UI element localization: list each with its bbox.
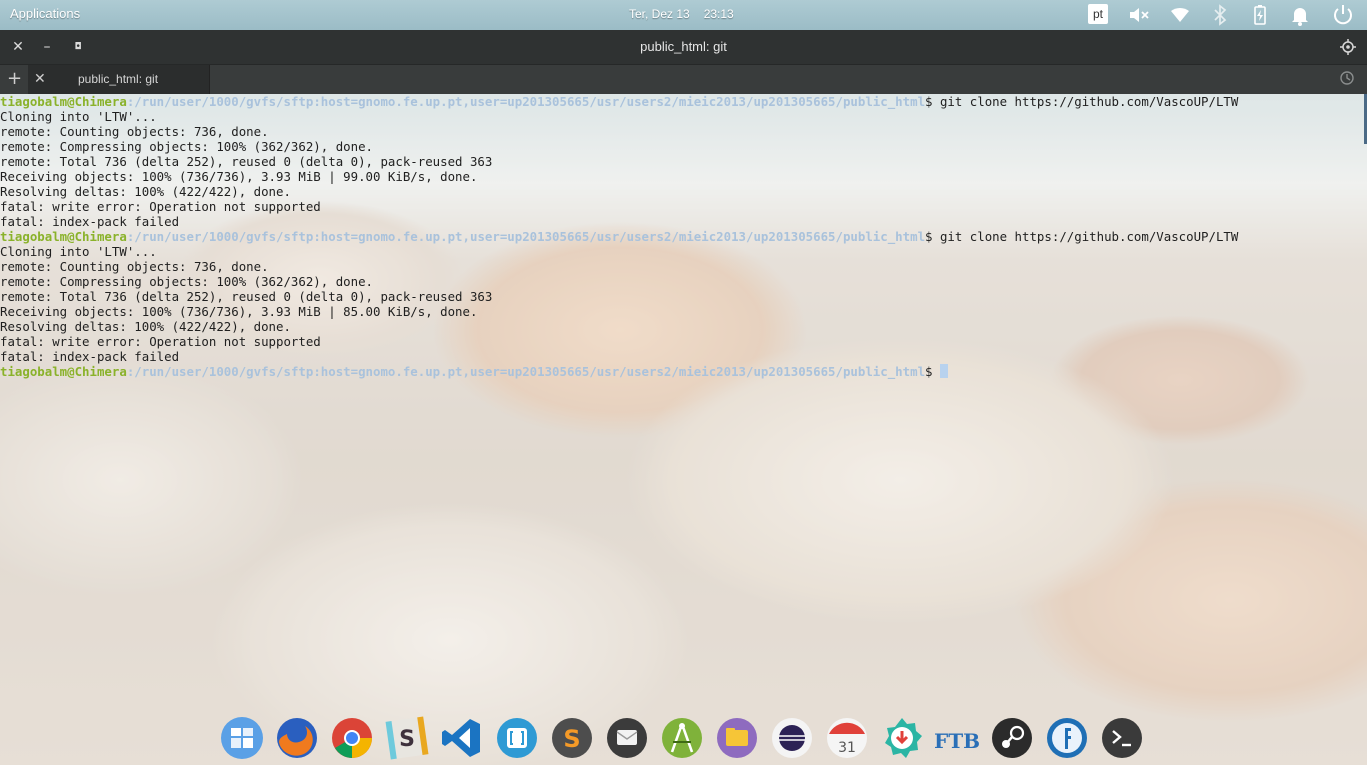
eclipse-icon[interactable] — [770, 716, 814, 760]
svg-text:S: S — [563, 725, 580, 753]
calendar-icon[interactable]: 31 — [825, 716, 869, 760]
power-icon[interactable] — [1331, 3, 1355, 27]
keyboard-layout-indicator[interactable]: pt — [1088, 4, 1108, 24]
terminal-tabbar: + ✕ public_html: git — [0, 64, 1367, 94]
prompt-user: tiagobalm@Chimera — [0, 229, 127, 244]
output-line: Receiving objects: 100% (736/736), 3.93 … — [0, 304, 478, 319]
prompt-user: tiagobalm@Chimera — [0, 94, 127, 109]
output-line: fatal: write error: Operation not suppor… — [0, 334, 321, 349]
battery-icon[interactable] — [1248, 3, 1272, 27]
output-line: fatal: index-pack failed — [0, 214, 180, 229]
ftb-text: FTB — [935, 729, 979, 753]
prompt-line: tiagobalm@Chimera:/run/user/1000/gvfs/sf… — [0, 364, 1367, 379]
software-center-icon[interactable] — [880, 716, 924, 760]
new-tab-button[interactable]: + — [7, 68, 22, 89]
close-tab-icon[interactable]: ✕ — [34, 71, 46, 87]
applications-menu[interactable]: Applications — [10, 6, 80, 21]
text-cursor — [939, 364, 948, 378]
slack-icon[interactable]: S — [385, 716, 429, 760]
output-line: fatal: write error: Operation not suppor… — [0, 199, 321, 214]
prompt-symbol: $ — [925, 364, 933, 379]
clock[interactable]: Ter, Dez 13 23:13 — [629, 7, 748, 21]
terminal-titlebar: ✕ – ◘ public_html: git — [0, 30, 1367, 64]
prompt-line: tiagobalm@Chimera:/run/user/1000/gvfs/sf… — [0, 229, 1367, 244]
top-panel: Applications Ter, Dez 13 23:13 pt — [0, 0, 1367, 30]
clock-time: 23:13 — [703, 7, 734, 21]
output-line: Resolving deltas: 100% (422/422), done. — [0, 319, 291, 334]
prompt-path: :/run/user/1000/gvfs/sftp:host=gnomo.fe.… — [126, 364, 926, 379]
prompt-user: tiagobalm@Chimera — [0, 364, 127, 379]
output-line: remote: Compressing objects: 100% (362/3… — [0, 139, 373, 154]
tab-label: public_html: git — [78, 72, 159, 86]
tab-public-html[interactable]: ✕ public_html: git — [28, 65, 210, 94]
mail-icon[interactable] — [605, 716, 649, 760]
sublime-text-icon[interactable]: S — [550, 716, 594, 760]
firefox-icon[interactable] — [275, 716, 319, 760]
prompt-symbol: $ — [925, 94, 933, 109]
clock-date: Ter, Dez 13 — [629, 7, 690, 21]
multitasking-view-icon[interactable] — [220, 716, 264, 760]
follow-location-icon[interactable] — [1339, 38, 1357, 56]
chrome-icon[interactable] — [330, 716, 374, 760]
output-line: remote: Counting objects: 736, done. — [0, 124, 269, 139]
volume-muted-icon[interactable] — [1127, 3, 1151, 27]
steam-icon[interactable] — [990, 716, 1034, 760]
output-line: remote: Total 736 (delta 252), reused 0 … — [0, 154, 493, 169]
files-icon[interactable] — [715, 716, 759, 760]
terminal-output[interactable]: tiagobalm@Chimera:/run/user/1000/gvfs/sf… — [0, 94, 1367, 765]
output-line: remote: Counting objects: 736, done. — [0, 259, 269, 274]
wifi-icon[interactable] — [1168, 3, 1192, 27]
android-studio-icon[interactable] — [660, 716, 704, 760]
prompt-path: :/run/user/1000/gvfs/sftp:host=gnomo.fe.… — [126, 229, 926, 244]
feedreader-icon[interactable] — [1045, 716, 1089, 760]
svg-text:S: S — [399, 727, 415, 752]
command-text: git clone https://github.com/VascoUP/LTW — [932, 94, 1239, 109]
prompt-path: :/run/user/1000/gvfs/sftp:host=gnomo.fe.… — [126, 94, 926, 109]
prompt-symbol: $ — [925, 229, 933, 244]
command-text: git clone https://github.com/VascoUP/LTW — [932, 229, 1239, 244]
output-line: fatal: index-pack failed — [0, 349, 180, 364]
output-line: remote: Compressing objects: 100% (362/3… — [0, 274, 373, 289]
notifications-bell-icon[interactable] — [1288, 3, 1312, 27]
window-title: public_html: git — [640, 39, 727, 54]
brackets-icon[interactable] — [495, 716, 539, 760]
history-icon[interactable] — [1339, 70, 1355, 86]
bluetooth-icon[interactable] — [1208, 3, 1232, 27]
calendar-day: 31 — [838, 740, 856, 756]
output-line: Resolving deltas: 100% (422/422), done. — [0, 184, 291, 199]
visual-studio-code-icon[interactable] — [440, 716, 484, 760]
ftb-launcher-icon[interactable]: FTB — [935, 716, 979, 760]
output-line: Cloning into 'LTW'... — [0, 109, 157, 124]
output-line: Cloning into 'LTW'... — [0, 244, 157, 259]
output-line: remote: Total 736 (delta 252), reused 0 … — [0, 289, 493, 304]
output-line: Receiving objects: 100% (736/736), 3.93 … — [0, 169, 478, 184]
prompt-line: tiagobalm@Chimera:/run/user/1000/gvfs/sf… — [0, 94, 1367, 109]
terminal-icon[interactable] — [1100, 716, 1144, 760]
dock: S S 31 FTB — [218, 713, 1148, 765]
